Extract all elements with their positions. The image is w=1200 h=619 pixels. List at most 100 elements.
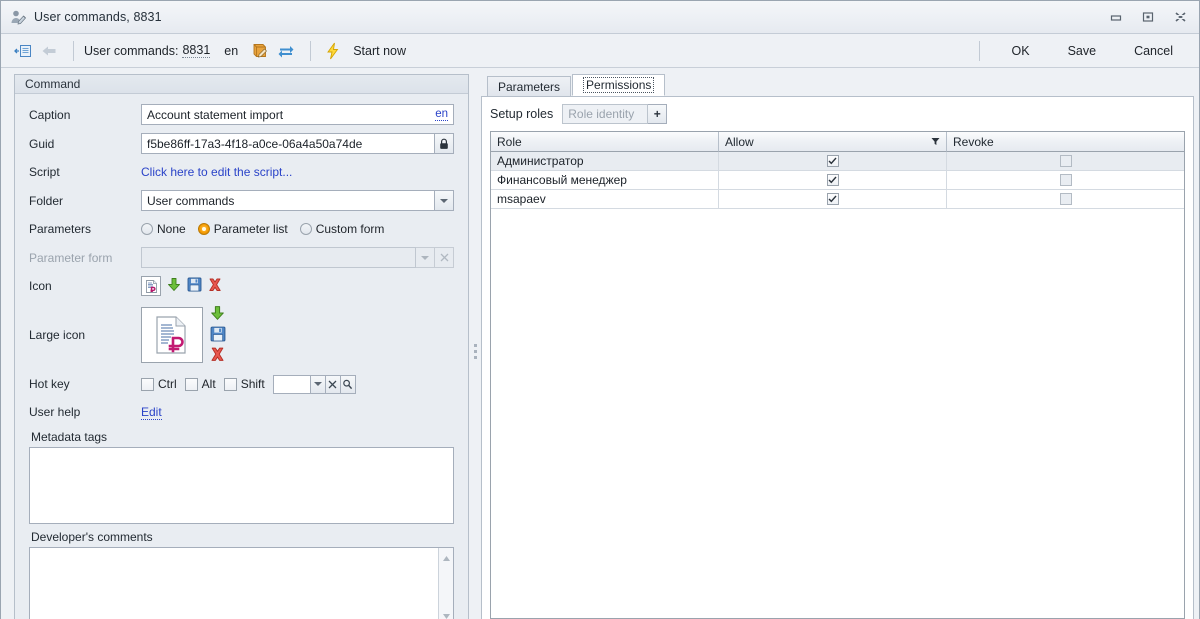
minimize-icon[interactable]	[1101, 6, 1131, 28]
column-header-revoke[interactable]: Revoke	[947, 132, 1184, 152]
row-revoke-cell[interactable]	[947, 171, 1184, 190]
developer-comments-scrollbar[interactable]	[438, 548, 453, 619]
developer-comments-textarea[interactable]	[29, 547, 454, 619]
lightning-icon[interactable]	[321, 39, 345, 63]
scroll-up-arrow-icon[interactable]	[442, 551, 451, 565]
splitter-grip-icon	[473, 343, 477, 359]
role-identity-input[interactable]: Role identity	[562, 104, 649, 124]
table-row[interactable]: Администратор	[491, 152, 1184, 171]
permissions-pane: Setup roles Role identity + Role Allow R…	[481, 96, 1194, 619]
radio-none-label: None	[157, 222, 186, 236]
ok-button[interactable]: OK	[996, 40, 1046, 62]
large-icon-clear-red-x-icon[interactable]	[209, 346, 226, 366]
panel-splitter[interactable]	[469, 74, 481, 619]
filter-icon[interactable]	[931, 135, 940, 149]
scroll-down-arrow-icon[interactable]	[442, 609, 451, 619]
guid-field-wrap: f5be86ff-17a3-4f18-a0ce-06a4a50a74de	[141, 133, 454, 154]
cancel-button[interactable]: Cancel	[1118, 40, 1189, 62]
large-icon-row: Large icon	[29, 304, 454, 366]
floppy-disk-icon[interactable]	[187, 277, 202, 295]
refresh-icon[interactable]	[274, 39, 298, 63]
hotkey-field-wrap: Ctrl Alt Shift	[141, 374, 454, 394]
document-ruble-icon[interactable]	[141, 276, 161, 296]
row-allow-cell[interactable]	[719, 190, 947, 209]
row-allow-cell[interactable]	[719, 171, 947, 190]
edit-script-link[interactable]: Click here to edit the script...	[141, 165, 292, 179]
add-role-button[interactable]: +	[648, 104, 668, 124]
restore-icon[interactable]	[1133, 6, 1163, 28]
metadata-tags-textarea[interactable]	[29, 447, 454, 524]
setup-roles-row: Setup roles Role identity +	[490, 104, 1185, 124]
radio-custom-form[interactable]: Custom form	[299, 222, 384, 236]
table-row[interactable]: msapaev	[491, 190, 1184, 209]
start-now-button[interactable]: Start now	[353, 44, 406, 58]
caption-input[interactable]: Account statement import en	[141, 104, 454, 125]
radio-none-circle	[141, 223, 153, 235]
radio-parameter-list[interactable]: Parameter list	[197, 222, 288, 236]
hotkey-search-icon[interactable]	[340, 374, 356, 394]
caption-lang-link[interactable]: en	[435, 108, 448, 121]
caption-row: Caption Account statement import en	[29, 104, 454, 125]
hotkey-ctrl-checkbox[interactable]: Ctrl	[141, 377, 185, 391]
caption-field-wrap: Account statement import en	[141, 104, 454, 125]
allow-checkbox[interactable]	[826, 174, 839, 186]
command-form: Caption Account statement import en Guid…	[15, 94, 468, 619]
developer-comments-label: Developer's comments	[31, 530, 153, 544]
row-allow-cell[interactable]	[719, 152, 947, 171]
edit-dictionary-icon[interactable]	[248, 39, 272, 63]
hotkey-shift-checkbox[interactable]: Shift	[223, 377, 273, 391]
large-document-ruble-icon[interactable]	[141, 307, 203, 363]
close-icon[interactable]	[1165, 6, 1195, 28]
command-group-header: Command	[15, 75, 468, 94]
shift-label: Shift	[240, 377, 265, 391]
column-header-allow[interactable]: Allow	[719, 132, 947, 152]
tab-permissions[interactable]: Permissions	[572, 74, 666, 96]
toolbar-language[interactable]: en	[224, 44, 238, 58]
allow-checkbox[interactable]	[826, 155, 839, 167]
row-role-name: Администратор	[491, 152, 719, 171]
grid-empty-area	[491, 209, 1184, 618]
large-icon-save-floppy-disk-icon[interactable]	[210, 326, 226, 345]
folder-select[interactable]: User commands	[141, 190, 435, 211]
toolbar-entity-label: User commands:	[84, 43, 179, 58]
hotkey-key-input[interactable]	[272, 374, 311, 394]
large-icon-load-green-down-arrow-icon[interactable]	[209, 305, 226, 325]
red-x-icon[interactable]	[207, 277, 223, 296]
row-revoke-cell[interactable]	[947, 190, 1184, 209]
shift-checkbox-box	[223, 377, 237, 391]
new-record-icon[interactable]	[11, 39, 35, 63]
large-icon-buttons-group	[209, 305, 226, 366]
revoke-checkbox[interactable]	[1059, 193, 1072, 205]
user-help-edit-link[interactable]: Edit	[141, 405, 162, 420]
toolbar-entity-id[interactable]: 8831	[182, 43, 211, 58]
row-role-name: msapaev	[491, 190, 719, 209]
tab-parameters-label: Parameters	[498, 79, 561, 94]
user-edit-icon	[10, 9, 27, 26]
guid-input[interactable]: f5be86ff-17a3-4f18-a0ce-06a4a50a74de	[141, 133, 435, 154]
allow-checkbox[interactable]	[826, 193, 839, 205]
toolbar-separator-3	[978, 40, 980, 61]
hotkey-chevron-down-icon[interactable]	[310, 374, 326, 394]
revoke-checkbox[interactable]	[1059, 174, 1072, 186]
hotkey-alt-checkbox[interactable]: Alt	[184, 377, 224, 391]
hotkey-clear-button[interactable]	[325, 374, 341, 394]
guid-row: Guid f5be86ff-17a3-4f18-a0ce-06a4a50a74d…	[29, 133, 454, 154]
caption-label: Caption	[29, 107, 71, 122]
developer-comments-body[interactable]	[30, 548, 438, 619]
alt-checkbox-box	[184, 377, 198, 391]
radio-parameter-list-label: Parameter list	[213, 222, 288, 236]
green-down-arrow-icon[interactable]	[166, 277, 182, 296]
column-header-role[interactable]: Role	[491, 132, 719, 152]
row-role-name: Финансовый менеджер	[491, 171, 719, 190]
row-revoke-cell[interactable]	[947, 152, 1184, 171]
save-button[interactable]: Save	[1052, 40, 1113, 62]
hotkey-dropdown-arrow	[313, 382, 322, 386]
chevron-down-icon[interactable]	[435, 190, 454, 211]
back-arrow-icon[interactable]	[37, 39, 61, 63]
radio-custom-form-circle	[299, 223, 312, 235]
radio-none[interactable]: None	[141, 222, 186, 236]
revoke-checkbox[interactable]	[1059, 155, 1072, 167]
tab-parameters[interactable]: Parameters	[487, 76, 572, 96]
lock-icon[interactable]	[435, 133, 454, 154]
table-row[interactable]: Финансовый менеджер	[491, 171, 1184, 190]
